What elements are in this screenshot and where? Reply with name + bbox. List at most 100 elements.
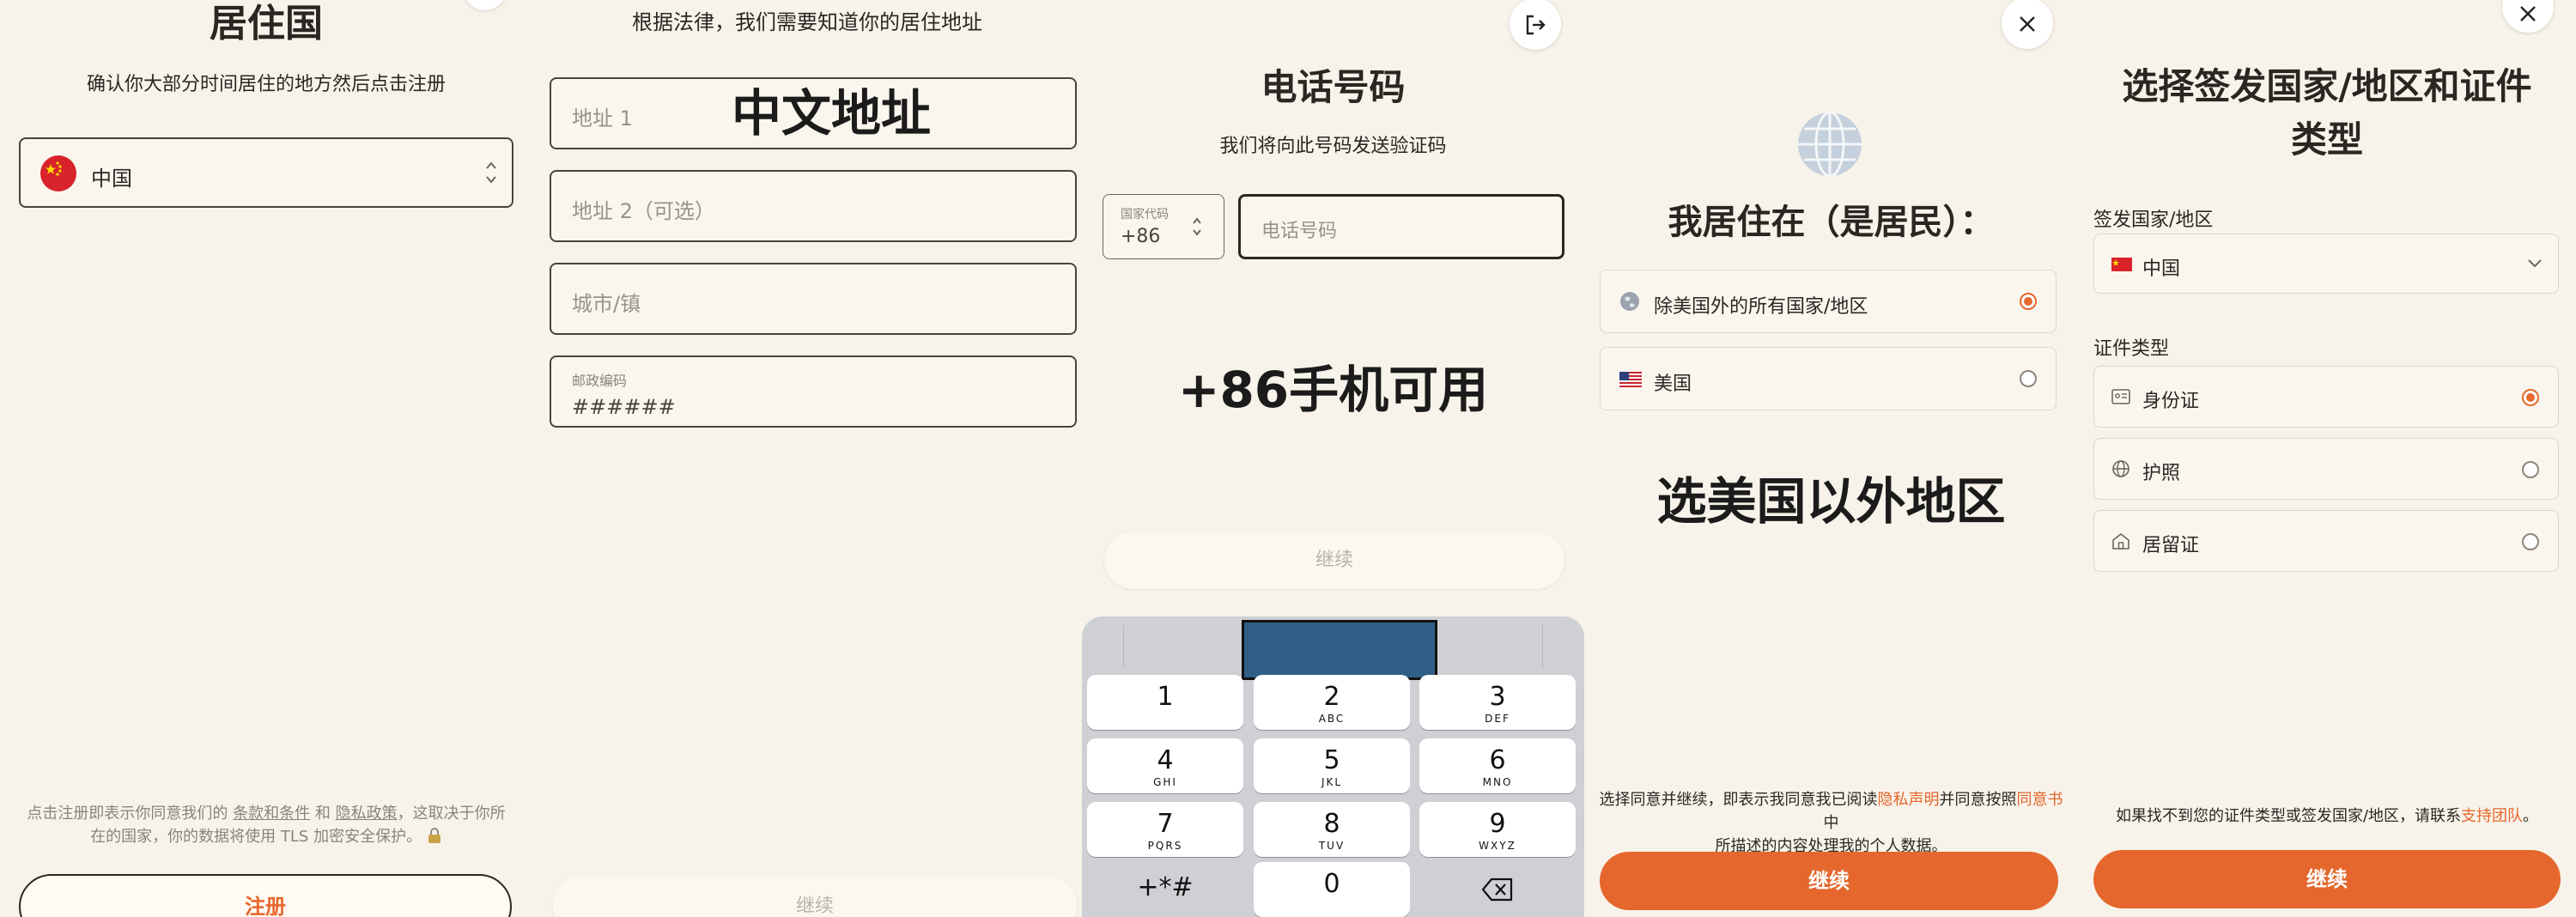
key-8[interactable]: 8 TUV [1254,802,1410,857]
document-type-label: 证件类型 [2093,338,2170,360]
page-title: 我居住在（是居民）： [1668,203,1995,242]
page-title: 居住国 [210,2,323,46]
continue-button[interactable]: 继续 [553,876,1077,917]
key-2[interactable]: 2 ABC [1254,675,1410,730]
globe-icon [1620,292,1639,311]
china-flag-icon [2111,258,2132,271]
continue-button[interactable]: 继续 [1104,532,1564,589]
consent-text-3: 中 [1823,814,1839,832]
globe-icon [2112,460,2129,477]
key-4[interactable]: 4 GHI [1087,738,1243,793]
disclaimer-text-2: ，这取决于你所 [397,805,506,823]
divider [1123,625,1124,668]
country-code-select[interactable]: 国家代码 +86 [1103,194,1224,259]
postal-code-value: ###### [572,395,676,419]
radio-unselected[interactable] [2522,461,2539,478]
radio-unselected[interactable] [2522,533,2539,550]
radio-selected[interactable] [2522,389,2539,406]
home-icon [2112,533,2129,550]
chevron-updown-icon [486,161,496,184]
panel-phone-number: 电话号码 我们将向此号码发送验证码 国家代码 +86 电话号码 +86手机可用 … [1082,0,1584,917]
doc-option-id-card[interactable]: 身份证 [2093,366,2559,428]
option-non-us-label: 除美国外的所有国家/地区 [1654,296,1868,318]
panel-residency-status: 我居住在（是居民）： 除美国外的所有国家/地区 美国 选美国以外地区 选择同意并… [1584,0,2078,917]
consent-agreement-link[interactable]: 同意书 [2017,791,2063,809]
continue-button[interactable]: 继续 [2093,850,2561,908]
option-non-us[interactable]: 除美国外的所有国家/地区 [1600,270,2057,333]
doc-option-label: 身份证 [2142,391,2200,412]
terms-link[interactable]: 条款和条件 [233,805,310,823]
key-1[interactable]: 1 [1087,675,1243,730]
lock-icon [428,828,440,843]
city-input[interactable]: 城市/镇 [550,263,1077,335]
issuing-country-select[interactable]: 中国 [2093,234,2559,294]
title-line-2: 类型 [2290,118,2363,161]
key-9[interactable]: 9 WXYZ [1419,802,1576,857]
backspace-key[interactable] [1419,865,1576,917]
phone-placeholder: 电话号码 [1261,221,1338,242]
disclaimer-text: 点击注册即表示你同意我们的 [27,805,228,823]
key-0[interactable]: 0 [1254,862,1410,917]
doc-option-residence-permit[interactable]: 居留证 [2093,510,2559,572]
option-us[interactable]: 美国 [1600,347,2057,410]
support-team-link[interactable]: 支持团队 [2461,807,2523,825]
close-button[interactable] [2502,0,2554,33]
panel-residential-address: 根据法律，我们需要知道你的居住地址 地址 1 中文地址 地址 2（可选） 城市/… [532,0,1082,917]
close-button[interactable] [2002,0,2053,49]
city-placeholder: 城市/镇 [572,292,641,316]
key-6[interactable]: 6 MNO [1419,738,1576,793]
disclaimer-text-3: 在的国家，你的数据将使用 TLS 加密安全保护。 [90,828,422,846]
us-flag-icon [1619,372,1642,387]
doc-option-label: 居留证 [2142,535,2200,556]
close-icon [2520,6,2536,21]
page-subtitle: 确认你大部分时间居住的地方然后点击注册 [86,74,446,95]
numeric-keypad: 1 2 ABC 3 DEF 4 GHI 5 JKL 6 MNO 7 PQRS 8 TUV 9W… [1082,616,1584,917]
country-value: 中国 [91,167,132,191]
address1-placeholder: 地址 1 [572,106,633,131]
address2-input[interactable]: 地址 2（可选） [550,170,1077,242]
divider [1542,625,1543,668]
consent-text-1: 选择同意并继续，即表示我同意我已阅读 [1599,791,1878,809]
country-select[interactable]: 中国 [19,137,513,208]
consent-text: 选择同意并继续，即表示我同意我已阅读隐私声明并同意按照同意书中 所描述的内容处理… [1593,788,2069,858]
country-code-label: 国家代码 [1121,208,1169,222]
disclaimer-and: 和 [314,805,331,823]
panel-residence-country: 居住国 确认你大部分时间居住的地方然后点击注册 中国 点击注册即表示你同意我们的… [0,0,532,917]
key-symbols[interactable]: +*# [1087,865,1243,917]
register-button[interactable]: 注册 [19,874,512,917]
help-text-end: 。 [2523,807,2539,825]
title-line-1: 选择签发国家/地区和证件 [2122,65,2532,107]
issuing-country-label: 签发国家/地区 [2093,210,2214,231]
help-text-1: 如果找不到您的证件类型或签发国家/地区，请联系 [2115,807,2462,825]
chevron-down-icon [2528,259,2542,268]
china-flag-icon [40,155,76,191]
overlay-phone-note: +86手机可用 [1177,361,1489,419]
postal-code-input[interactable]: 邮政编码 ###### [550,355,1077,428]
keypad-suggestion-bar [1242,620,1437,680]
logout-icon [1526,15,1546,35]
address-heading: 根据法律，我们需要知道你的居住地址 [632,10,982,34]
radio-selected[interactable] [2020,293,2037,310]
backspace-icon [1481,878,1513,902]
privacy-notice-link[interactable]: 隐私声明 [1878,791,1940,809]
key-7[interactable]: 7 PQRS [1087,802,1243,857]
register-disclaimer: 点击注册即表示你同意我们的 条款和条件 和 隐私政策，这取决于你所 在的国家，你… [17,802,515,848]
radio-unselected[interactable] [2020,370,2037,387]
phone-number-input[interactable]: 电话号码 [1238,194,1564,259]
option-us-label: 美国 [1654,373,1692,395]
overlay-chinese-address: 中文地址 [732,84,932,143]
logout-button[interactable] [1510,0,1561,50]
consent-text-2: 并同意按照 [1939,791,2017,809]
doc-option-label: 护照 [2142,463,2181,484]
page-title: 电话号码 [1261,66,1406,108]
globe-icon [1798,111,1862,178]
page-subtitle: 我们将向此号码发送验证码 [1219,136,1447,157]
key-3[interactable]: 3 DEF [1419,675,1576,730]
continue-button[interactable]: 继续 [1600,852,2058,910]
doc-option-passport[interactable]: 护照 [2093,438,2559,500]
privacy-link[interactable]: 隐私政策 [336,805,398,823]
postal-code-label: 邮政编码 [572,373,628,389]
key-5[interactable]: 5 JKL [1254,738,1410,793]
panel-document-type: 选择签发国家/地区和证件 类型 签发国家/地区 中国 证件类型 身份证 护照 居… [2078,0,2576,917]
id-card-icon [2111,389,2130,404]
